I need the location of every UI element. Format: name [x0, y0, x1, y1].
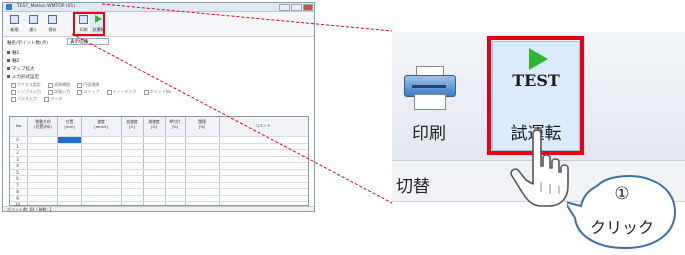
window-title: TEST_Motion.WMTOP (01) — [17, 4, 76, 9]
table-row[interactable] — [10, 168, 308, 170]
app-window-thumbnail: TEST_Motion.WMTOP (01) 新規 開く 保存 印刷 試運転 軸… — [2, 2, 315, 212]
option-checkbox[interactable]: アクセス設定 — [11, 82, 41, 88]
column-divider — [165, 117, 166, 205]
open-folder-icon — [29, 15, 38, 24]
tree-item[interactable]: 入力形式設定 — [7, 74, 39, 80]
open-button[interactable]: 開く — [25, 14, 42, 34]
tree-item[interactable]: 軸2 — [7, 58, 19, 64]
callout-bubble: ① クリック — [567, 172, 677, 250]
table-row[interactable] — [10, 201, 308, 202]
table-row[interactable] — [10, 136, 308, 137]
option-row: シンプル入力 詳細入力 ステップ ティーチング ポイントNo — [11, 89, 177, 95]
table-row[interactable] — [10, 181, 308, 183]
column-header: 速度 [mm/s] — [94, 119, 108, 129]
column-divider — [27, 117, 28, 205]
row-number: 6 — [16, 176, 19, 181]
option-checkbox[interactable]: シンプル入力 — [11, 89, 41, 95]
column-divider — [81, 117, 82, 205]
tree-item[interactable]: 軸1 — [7, 50, 19, 56]
close-button[interactable] — [303, 4, 313, 11]
option-checkbox[interactable]: パルス入力 — [11, 96, 37, 102]
option-row: アクセス設定 直線補間 円弧補間 — [11, 82, 105, 88]
option-checkbox[interactable]: データ — [44, 96, 62, 102]
column-divider — [57, 117, 58, 205]
row-number: 1 — [16, 143, 19, 149]
column-header: 閾値 [%] — [198, 119, 206, 129]
new-label: 新規 — [10, 27, 19, 32]
new-button[interactable]: 新規 — [6, 14, 23, 34]
option-row: パルス入力 データ — [11, 96, 68, 102]
zoom-top-area — [392, 0, 685, 32]
click-instruction: クリック — [589, 218, 654, 237]
save-label: 保存 — [48, 27, 57, 32]
column-header: 移動方向 (位置決め) — [33, 119, 53, 129]
option-checkbox[interactable]: ティーチング — [106, 89, 137, 95]
option-checkbox[interactable]: 詳細入力 — [48, 89, 70, 95]
option-checkbox[interactable]: 直線補間 — [48, 82, 70, 88]
table-row[interactable] — [10, 188, 308, 189]
table-row[interactable] — [10, 162, 308, 163]
step-number: ① — [614, 184, 630, 204]
minimize-button[interactable] — [279, 4, 290, 11]
open-label: 開く — [29, 27, 38, 32]
ribbon: 新規 開く 保存 印刷 試運転 — [3, 12, 314, 37]
app-icon — [6, 4, 12, 10]
status-bar: ポイント数: 64 / 軸数: 1 — [3, 206, 314, 211]
row-number: 4 — [16, 163, 19, 168]
save-icon — [48, 15, 57, 24]
column-header: 減速度 [G] — [148, 119, 160, 129]
table-row[interactable] — [10, 142, 308, 144]
column-divider — [219, 117, 220, 205]
axis-points-label: 軸名/ポイント数(点) — [7, 41, 49, 46]
table-header: No. 移動方向 (位置決め) 位置 [mm] 速度 [mm/s] 加速度 [G… — [10, 117, 308, 137]
column-header: 加速度 [G] — [126, 119, 138, 129]
new-file-icon — [10, 15, 19, 24]
row-number: 5 — [16, 169, 19, 175]
column-header: 位置 [mm] — [64, 119, 75, 129]
printer-icon[interactable] — [404, 66, 456, 110]
bullet-icon — [7, 67, 10, 70]
table-row[interactable] — [10, 194, 308, 196]
table-row[interactable] — [10, 149, 308, 150]
row-number: 2 — [16, 150, 19, 155]
option-checkbox[interactable]: ポイントNo — [143, 89, 171, 95]
save-button[interactable]: 保存 — [44, 14, 61, 34]
bullet-icon — [7, 51, 10, 54]
bullet-icon — [7, 75, 10, 78]
point-table: No. 移動方向 (位置決め) 位置 [mm] 速度 [mm/s] 加速度 [G… — [9, 116, 309, 207]
highlight-box-mini — [73, 12, 105, 36]
row-number: 3 — [16, 156, 19, 162]
column-divider — [185, 117, 186, 205]
column-header: 押付け [%] — [169, 119, 181, 129]
switch-label: 切替 — [396, 177, 430, 197]
table-row[interactable] — [10, 175, 308, 176]
row-number: 0 — [16, 137, 19, 142]
maximize-button[interactable] — [291, 4, 302, 11]
bullet-icon — [7, 59, 10, 62]
option-checkbox[interactable]: ステップ — [77, 89, 99, 95]
print-label[interactable]: 印刷 — [400, 119, 458, 144]
display-switch-dropdown[interactable]: 表示切替 — [67, 38, 109, 45]
column-divider — [121, 117, 122, 205]
tree-item[interactable]: マップ拡大 — [7, 66, 35, 72]
row-number: 7 — [16, 182, 19, 188]
table-row[interactable] — [10, 155, 308, 157]
option-checkbox[interactable]: 円弧補間 — [77, 82, 99, 88]
column-header: コメント — [255, 123, 271, 128]
row-number: 9 — [16, 195, 19, 201]
column-header: No. — [15, 123, 23, 128]
row-number: 8 — [16, 189, 19, 194]
column-divider — [143, 117, 144, 205]
